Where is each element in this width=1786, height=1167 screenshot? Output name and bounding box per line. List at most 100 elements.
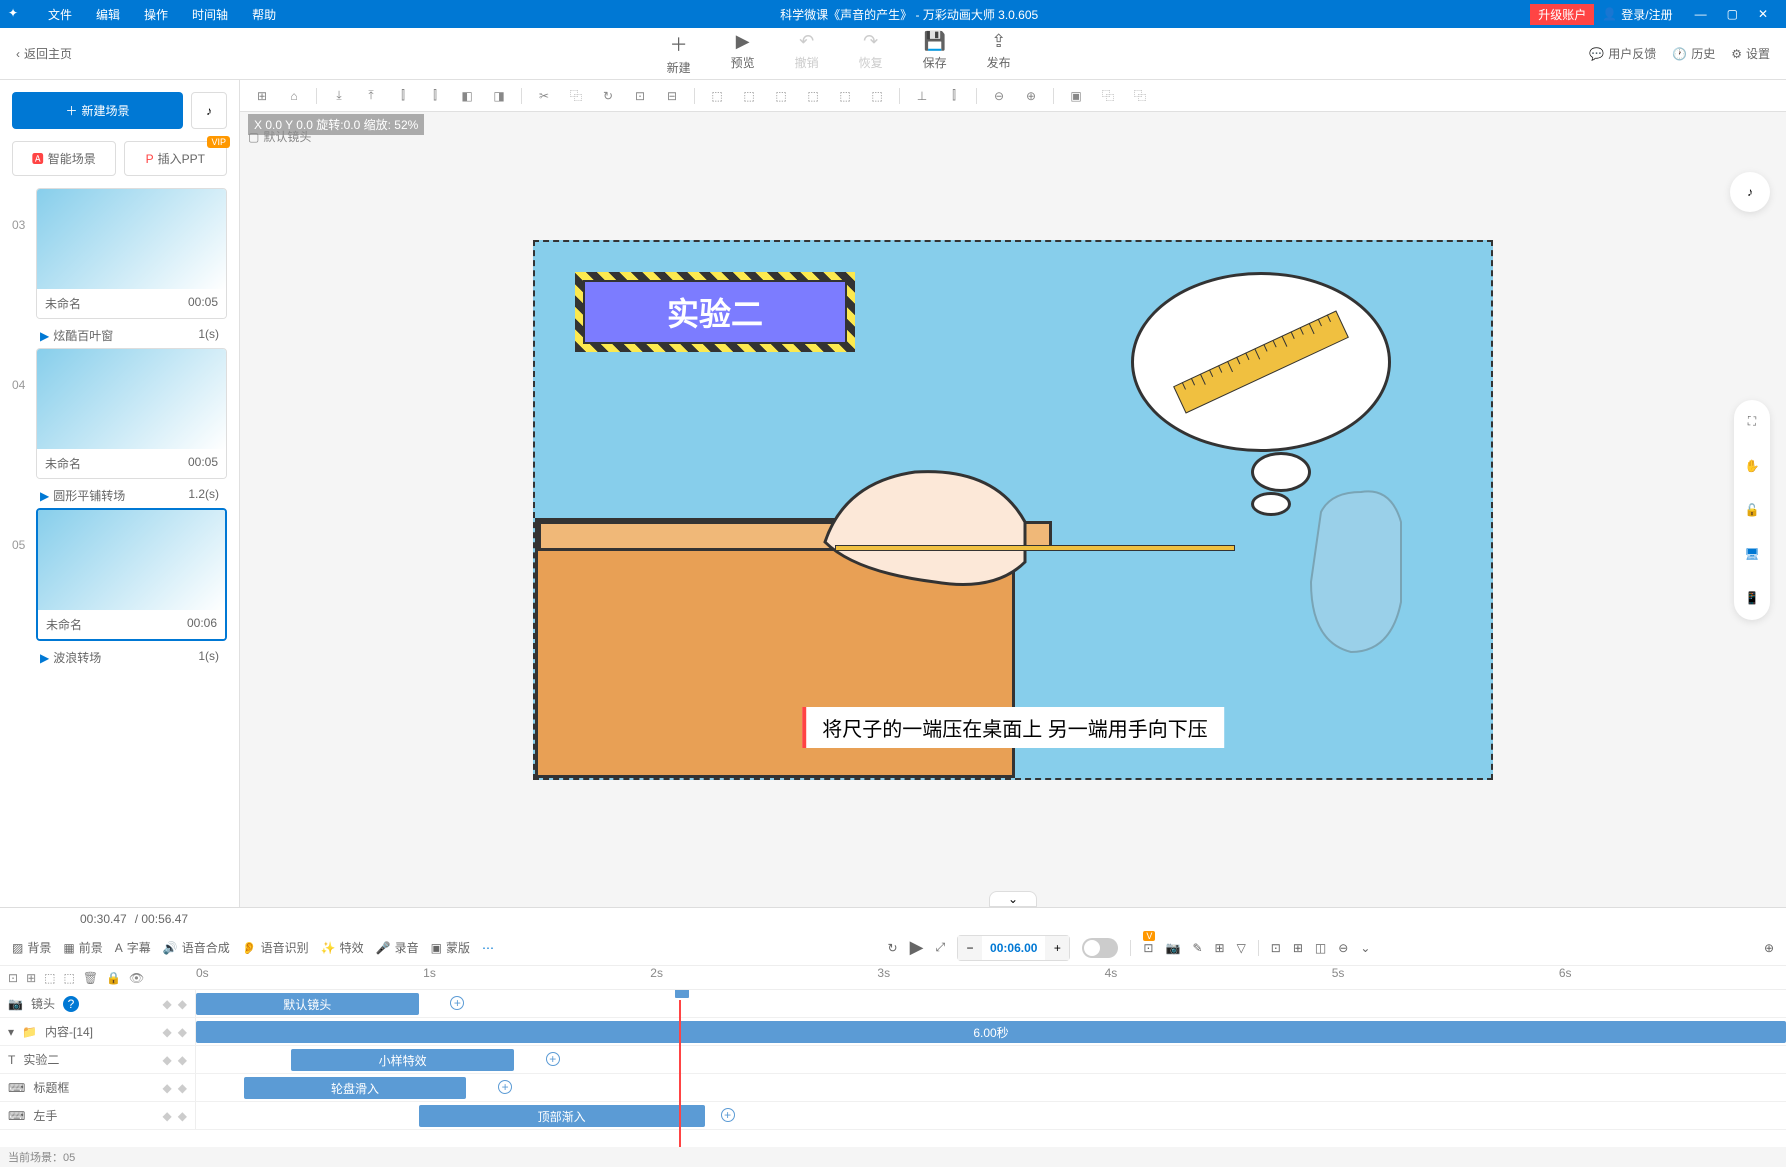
tool-6[interactable]: ◧: [453, 84, 481, 108]
th-3[interactable]: ⬚: [44, 971, 55, 985]
mobile-icon[interactable]: 📱: [1738, 584, 1766, 612]
track-bar[interactable]: 轮盘滑入: [244, 1077, 467, 1099]
subtitle[interactable]: 将尺子的一端压在桌面上 另一端用手向下压: [802, 707, 1224, 748]
th-5[interactable]: 🗑: [83, 971, 98, 985]
track-bar[interactable]: 顶部渐入: [419, 1105, 705, 1127]
canvas-viewport[interactable]: X 0.0 Y 0.0 旋转:0.0 缩放: 52% ▢默认镜头 实验二 将尺子…: [240, 112, 1786, 907]
audio-button[interactable]: ♪: [191, 92, 227, 129]
tool-rotate[interactable]: ↻: [594, 84, 622, 108]
tool-恢复[interactable]: ↷恢复: [859, 31, 883, 76]
tt-t1[interactable]: ⊡V: [1143, 941, 1153, 955]
add-keyframe[interactable]: +: [498, 1080, 512, 1094]
tool-发布[interactable]: ⇪发布: [987, 31, 1011, 76]
login-button[interactable]: 👤登录/注册: [1602, 6, 1672, 23]
tool-撤销[interactable]: ↶撤销: [795, 31, 819, 76]
th-4[interactable]: ⬚: [63, 971, 74, 985]
tt-t6[interactable]: ⊡: [1271, 941, 1281, 955]
track-label[interactable]: ⌨左手 ◆◆: [0, 1102, 196, 1129]
track-bar[interactable]: 6.00秒: [196, 1021, 1786, 1043]
rt-用户反馈[interactable]: 💬用户反馈: [1589, 45, 1656, 62]
tool-12[interactable]: ⊟: [658, 84, 686, 108]
tool-新建[interactable]: ＋新建: [667, 31, 691, 76]
tool-cut[interactable]: ✂: [530, 84, 558, 108]
tt-t4[interactable]: ⊞: [1215, 941, 1225, 955]
scene-item-05[interactable]: 05 未命名00:06: [12, 508, 227, 641]
expand-handle[interactable]: ⌄: [989, 891, 1037, 907]
back-button[interactable]: ‹返回主页: [0, 45, 88, 62]
th-2[interactable]: ⊞: [26, 971, 36, 985]
align-middle[interactable]: ⫿: [389, 84, 417, 108]
toggle-switch[interactable]: [1082, 938, 1118, 958]
lock-icon[interactable]: 🔓: [1738, 496, 1766, 524]
track-label[interactable]: ⌨标题框 ◆◆: [0, 1074, 196, 1101]
transition-03[interactable]: ▶炫酷百叶窗 1(s): [12, 323, 227, 348]
tool-14[interactable]: ⬚: [735, 84, 763, 108]
experiment-title-box[interactable]: 实验二: [575, 272, 855, 352]
tt-rewind[interactable]: ↻: [888, 941, 898, 955]
tt-dropdown[interactable]: ⌄: [1360, 941, 1370, 955]
track-bar[interactable]: 小样特效: [291, 1049, 514, 1071]
desktop-icon[interactable]: 🖥: [1738, 540, 1766, 568]
minimize-button[interactable]: —: [1685, 7, 1717, 21]
tool-11[interactable]: ⊡: [626, 84, 654, 108]
time-plus[interactable]: +: [1045, 936, 1069, 960]
th-lock[interactable]: 🔒: [106, 971, 121, 985]
audio-float-button[interactable]: ♪: [1730, 172, 1770, 212]
track-bar[interactable]: 默认镜头: [196, 993, 419, 1015]
canvas-content[interactable]: 实验二 将尺子的一端压在桌面上 另一端用手向下压: [533, 240, 1493, 780]
tool-18[interactable]: ⬚: [863, 84, 891, 108]
track-content[interactable]: 小样特效 +: [196, 1046, 1786, 1073]
add-keyframe[interactable]: +: [546, 1052, 560, 1066]
tt-t2[interactable]: 📷: [1165, 941, 1180, 955]
tool-24[interactable]: ⿻: [1094, 84, 1122, 108]
rt-历史[interactable]: 🕐历史: [1672, 45, 1715, 62]
fullscreen-icon[interactable]: ⛶: [1738, 408, 1766, 436]
smart-scene-button[interactable]: 🅰智能场景: [12, 141, 116, 176]
add-keyframe[interactable]: +: [450, 996, 464, 1010]
tt-zoom-out[interactable]: ⊖: [1338, 941, 1348, 955]
tool-19[interactable]: ⊥: [908, 84, 936, 108]
upgrade-button[interactable]: 升级账户: [1530, 4, 1594, 25]
tool-25[interactable]: ⿻: [1126, 84, 1154, 108]
transition-04[interactable]: ▶圆形平铺转场 1.2(s): [12, 483, 227, 508]
tt-play[interactable]: ▶: [910, 937, 924, 958]
track-content[interactable]: 轮盘滑入 +: [196, 1074, 1786, 1101]
hand-right[interactable]: [1291, 482, 1431, 662]
tt-foreground[interactable]: ▦前景: [63, 939, 102, 956]
tt-expand[interactable]: ⤢: [935, 940, 945, 955]
align-top[interactable]: ⤒: [357, 84, 385, 108]
align-center[interactable]: ⫿: [421, 84, 449, 108]
tool-17[interactable]: ⬚: [831, 84, 859, 108]
tool-20[interactable]: ⫿: [940, 84, 968, 108]
tool-预览[interactable]: ▶预览: [731, 31, 755, 76]
scene-item-04[interactable]: 04 未命名00:05: [12, 348, 227, 479]
menu-help[interactable]: 帮助: [240, 6, 288, 23]
tool-23[interactable]: ▣: [1062, 84, 1090, 108]
tt-effect[interactable]: ✨特效: [321, 939, 364, 956]
tool-16[interactable]: ⬚: [799, 84, 827, 108]
th-1[interactable]: ⊡: [8, 971, 18, 985]
zoom-in[interactable]: ⊕: [1017, 84, 1045, 108]
tt-more[interactable]: ⋯: [482, 941, 494, 955]
track-content[interactable]: 6.00秒: [196, 1018, 1786, 1045]
close-button[interactable]: ✕: [1748, 7, 1778, 21]
track-label[interactable]: 📷镜头? ◆◆: [0, 990, 196, 1017]
align-bottom[interactable]: ⤓: [325, 84, 353, 108]
tool-copy[interactable]: ⿻: [562, 84, 590, 108]
insert-ppt-button[interactable]: P插入PPTVIP: [124, 141, 228, 176]
menu-edit[interactable]: 编辑: [84, 6, 132, 23]
tool-13[interactable]: ⬚: [703, 84, 731, 108]
tt-subtitle[interactable]: A字幕: [115, 939, 151, 956]
thought-bubble[interactable]: [1131, 272, 1391, 452]
tool-保存[interactable]: 💾保存: [923, 31, 947, 76]
time-minus[interactable]: −: [958, 936, 982, 960]
tt-record[interactable]: 🎤录音: [376, 939, 419, 956]
tt-tts[interactable]: 🔊语音合成: [163, 939, 230, 956]
add-keyframe[interactable]: +: [721, 1108, 735, 1122]
menu-timeline[interactable]: 时间轴: [180, 6, 240, 23]
tool-1[interactable]: ⊞: [248, 84, 276, 108]
transition-05[interactable]: ▶波浪转场 1(s): [12, 645, 227, 670]
hand-left[interactable]: [815, 462, 1035, 602]
maximize-button[interactable]: ▢: [1717, 7, 1748, 21]
tool-home[interactable]: ⌂: [280, 84, 308, 108]
